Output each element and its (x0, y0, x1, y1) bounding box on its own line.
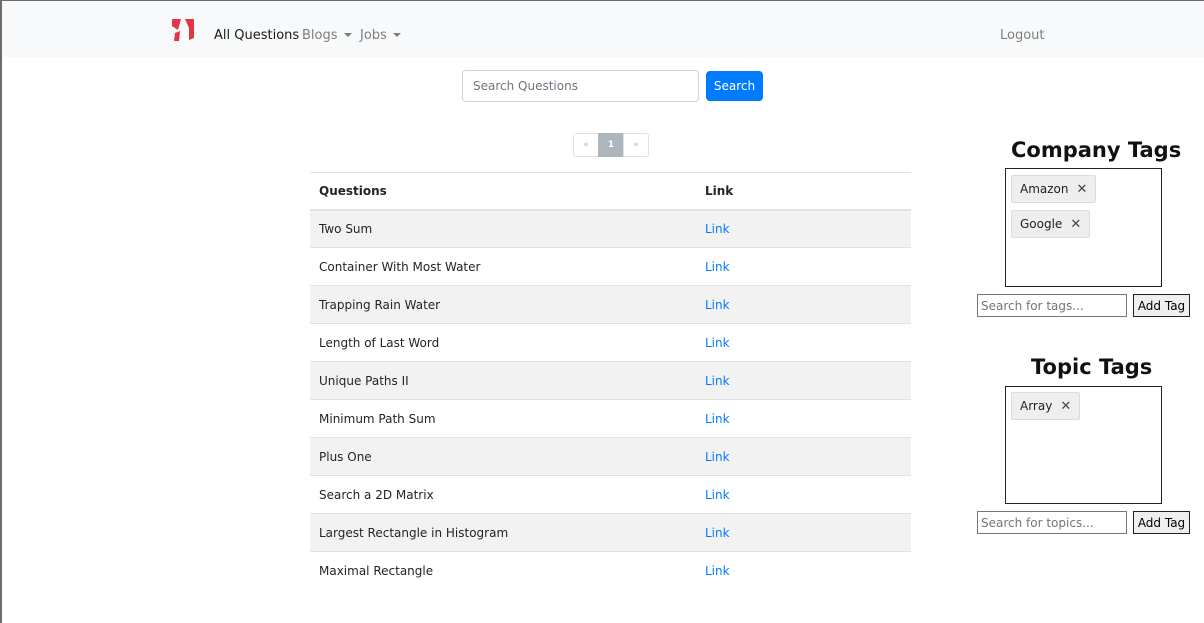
question-title: Minimum Path Sum (310, 399, 696, 438)
question-link[interactable]: Link (705, 526, 730, 540)
question-link[interactable]: Link (705, 564, 730, 578)
topic-tag-search-input[interactable] (977, 511, 1127, 534)
column-header-questions: Questions (310, 172, 696, 211)
nav-item-blogs-label: Blogs (302, 28, 338, 43)
question-link[interactable]: Link (705, 336, 730, 350)
company-tags-box: Amazon ✕ Google ✕ (1005, 168, 1162, 287)
question-link[interactable]: Link (705, 260, 730, 274)
tag-label: Google (1020, 217, 1063, 231)
close-icon[interactable]: ✕ (1060, 399, 1071, 414)
question-title: Largest Rectangle in Histogram (310, 513, 696, 552)
table-row: Maximal Rectangle Link (310, 551, 911, 590)
company-tag-search-input[interactable] (977, 294, 1127, 317)
tag-label: Array (1020, 399, 1053, 413)
chevron-down-icon (343, 33, 352, 37)
question-link[interactable]: Link (705, 374, 730, 388)
table-row: Largest Rectangle in Histogram Link (310, 513, 911, 552)
question-title: Unique Paths II (310, 361, 696, 400)
question-link[interactable]: Link (705, 412, 730, 426)
topic-tags-box: Array ✕ (1005, 386, 1162, 504)
close-icon[interactable]: ✕ (1077, 182, 1088, 197)
chevron-down-icon (392, 33, 401, 37)
question-link[interactable]: Link (705, 222, 730, 236)
table-row: Minimum Path Sum Link (310, 399, 911, 438)
question-link[interactable]: Link (705, 450, 730, 464)
questions-table: Questions Link Two Sum Link Container Wit… (310, 172, 911, 590)
nav-item-jobs-label: Jobs (360, 28, 387, 43)
question-title: Search a 2D Matrix (310, 475, 696, 514)
tag-chip-amazon: Amazon ✕ (1011, 175, 1097, 203)
tag-chip-array: Array ✕ (1011, 392, 1081, 420)
add-topic-tag-button[interactable]: Add Tag (1133, 511, 1190, 534)
question-title: Length of Last Word (310, 323, 696, 362)
pagination-next[interactable]: » (623, 133, 649, 157)
search-button[interactable]: Search (706, 71, 763, 101)
question-title: Trapping Rain Water (310, 285, 696, 324)
question-link[interactable]: Link (705, 488, 730, 502)
company-tags-title: Company Tags (1011, 138, 1182, 162)
table-row: Trapping Rain Water Link (310, 285, 911, 324)
brand-logo-icon[interactable] (172, 16, 194, 42)
tag-label: Amazon (1020, 182, 1069, 196)
question-title: Plus One (310, 437, 696, 476)
table-row: Two Sum Link (310, 209, 911, 248)
top-navbar: All Questions Blogs Jobs Logout (2, 1, 1204, 57)
pagination-page-1[interactable]: 1 (598, 133, 624, 157)
table-row: Container With Most Water Link (310, 247, 911, 286)
table-row: Unique Paths II Link (310, 361, 911, 400)
table-row: Plus One Link (310, 437, 911, 476)
question-title: Two Sum (310, 209, 696, 248)
close-icon[interactable]: ✕ (1070, 217, 1081, 232)
pagination-prev[interactable]: « (573, 133, 599, 157)
table-header-row: Questions Link (310, 172, 911, 211)
question-title: Container With Most Water (310, 247, 696, 286)
topic-tags-title: Topic Tags (1031, 355, 1153, 379)
logout-link[interactable]: Logout (1000, 28, 1045, 44)
nav-item-jobs[interactable]: Jobs (360, 28, 401, 44)
tag-chip-google: Google ✕ (1011, 210, 1091, 238)
table-row: Search a 2D Matrix Link (310, 475, 911, 514)
search-input[interactable] (462, 70, 699, 102)
pagination: « 1 » (573, 133, 649, 157)
nav-item-blogs[interactable]: Blogs (302, 28, 352, 44)
column-header-link: Link (696, 172, 911, 211)
table-row: Length of Last Word Link (310, 323, 911, 362)
add-company-tag-button[interactable]: Add Tag (1133, 294, 1190, 317)
nav-item-all-questions[interactable]: All Questions (214, 28, 299, 44)
question-title: Maximal Rectangle (310, 551, 696, 590)
question-link[interactable]: Link (705, 298, 730, 312)
